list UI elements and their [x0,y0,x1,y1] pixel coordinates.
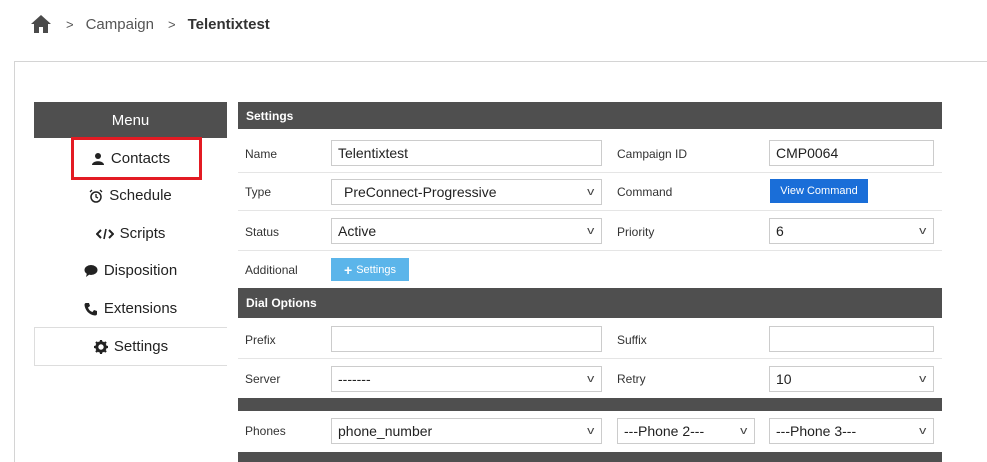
retry-label: Retry [617,372,646,386]
phone1-select-value: phone_number [338,423,433,439]
divider [238,172,942,173]
type-select-value: PreConnect-Progressive [344,184,497,200]
menu-item-extensions[interactable]: Extensions [34,290,227,327]
breadcrumb-current: Telentixtest [187,15,270,33]
highlight-box [71,137,202,180]
divider [238,250,942,251]
priority-select-value: 6 [776,223,784,239]
name-label: Name [245,147,278,161]
menu-item-label: Schedule [109,187,172,204]
priority-label: Priority [617,225,655,239]
chevron-down-icon: v [586,425,594,437]
phone2-select[interactable]: ---Phone 2--- v [617,418,755,444]
home-icon[interactable] [30,13,52,35]
phones-label: Phones [245,424,286,438]
menu-item-schedule[interactable]: Schedule [34,177,227,214]
retry-select[interactable]: 10 v [769,366,934,392]
suffix-input[interactable] [769,326,934,352]
additional-settings-button[interactable]: + Settings [331,258,409,281]
chevron-down-icon: v [586,225,594,237]
server-select-value: ------- [338,371,371,387]
chevron-right-icon: > [66,16,74,32]
menu-item-scripts[interactable]: Scripts [34,215,227,252]
menu-item-label: Disposition [103,262,178,279]
status-select[interactable]: Active v [331,218,602,244]
settings-header: Settings [238,102,942,129]
campaign-id-input[interactable]: CMP0064 [769,140,934,166]
campaign-id-label: Campaign ID [617,147,688,161]
phone-icon [84,302,98,316]
code-icon [95,227,114,241]
name-input[interactable]: Telentixtest [331,140,602,166]
phone3-select[interactable]: ---Phone 3--- v [769,418,934,444]
retry-select-value: 10 [776,371,792,387]
type-select[interactable]: PreConnect-Progressive v [331,179,602,205]
dial-options-header: Dial Options [238,288,942,318]
menu-item-label: Scripts [119,225,166,242]
menu-item-label: Extensions [103,300,178,317]
suffix-label: Suffix [617,333,647,347]
chevron-right-icon: > [167,16,176,32]
plus-icon: + [344,261,353,278]
breadcrumb-campaign[interactable]: Campaign [86,16,154,33]
phone3-select-value: ---Phone 3--- [776,423,857,439]
server-select[interactable]: ------- v [331,366,602,392]
phone1-select[interactable]: phone_number v [331,418,602,444]
chevron-down-icon: v [918,425,926,437]
view-command-button[interactable]: View Command [770,179,868,203]
phone2-select-value: ---Phone 2--- [624,423,705,439]
breadcrumb: > Campaign > Telentixtest [30,12,270,36]
divider [238,210,942,211]
menu-item-label: Settings [113,338,169,355]
chevron-down-icon: v [739,425,747,437]
chevron-down-icon: v [586,186,594,198]
section-bar [238,398,942,411]
menu-item-disposition[interactable]: Disposition [34,252,227,289]
chevron-down-icon: v [586,373,594,385]
prefix-label: Prefix [245,333,276,347]
gear-icon [93,339,108,354]
server-label: Server [245,372,281,386]
priority-select[interactable]: 6 v [769,218,934,244]
section-bar [238,452,942,462]
status-label: Status [245,225,280,239]
alarm-clock-icon [89,189,103,203]
additional-settings-button-label: Settings [356,263,396,276]
type-label: Type [245,185,272,199]
menu-item-settings[interactable]: Settings [34,327,227,366]
chevron-down-icon: v [918,373,926,385]
comment-icon [84,264,98,278]
additional-label: Additional [245,263,298,277]
chevron-down-icon: v [918,225,926,237]
prefix-input[interactable] [331,326,602,352]
menu-header: Menu [34,102,227,138]
status-select-value: Active [338,223,377,239]
command-label: Command [617,185,673,199]
divider [238,358,942,359]
